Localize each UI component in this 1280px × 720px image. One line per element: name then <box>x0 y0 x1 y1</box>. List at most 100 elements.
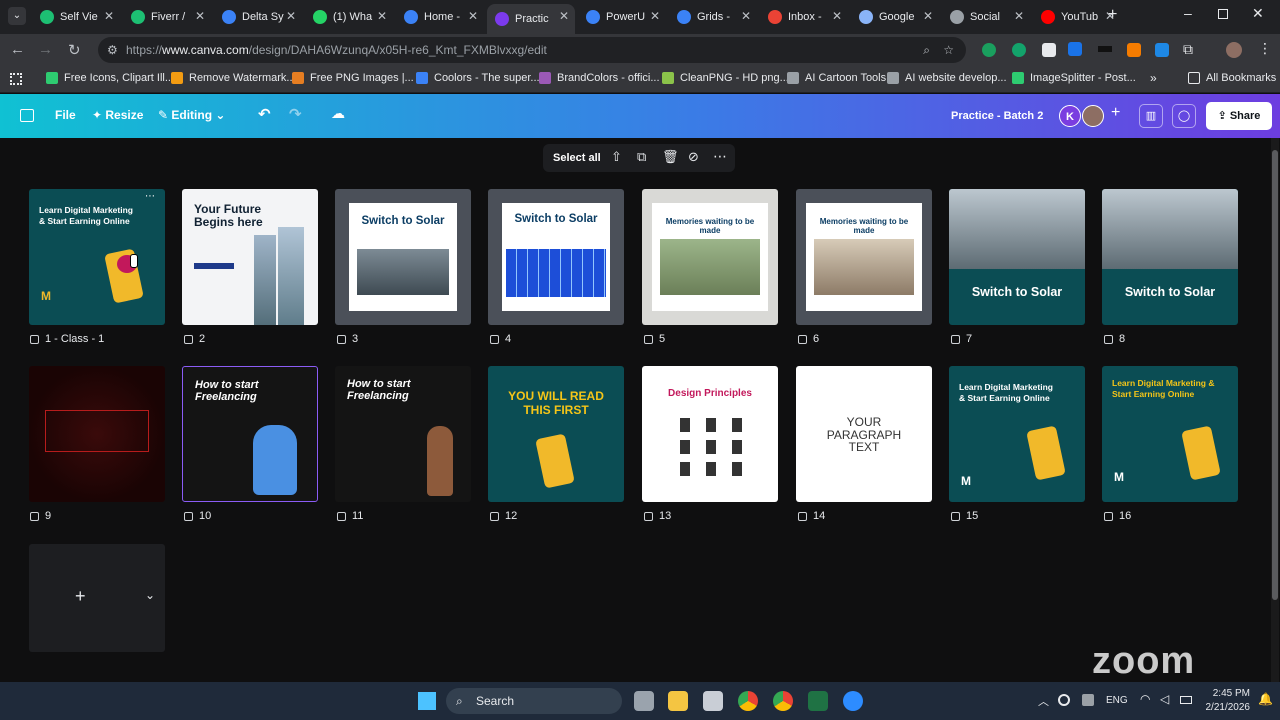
more-options-icon[interactable]: ⋯ <box>145 191 155 202</box>
redo-icon[interactable]: ↷ <box>289 105 302 123</box>
more-bookmarks-icon[interactable]: » <box>1150 71 1157 85</box>
close-tab-icon[interactable]: ✕ <box>559 9 569 23</box>
page-thumbnail-8[interactable]: Switch to Solar <box>1102 189 1238 325</box>
bookmark-item[interactable]: AI Cartoon Tools <box>787 72 886 84</box>
close-tab-icon[interactable]: ✕ <box>468 9 478 23</box>
close-tab-icon[interactable]: ✕ <box>650 9 660 23</box>
tray-app-icon[interactable] <box>1082 694 1094 706</box>
close-tab-icon[interactable]: ✕ <box>377 9 387 23</box>
maximize-icon[interactable] <box>1218 9 1228 19</box>
extension-icon[interactable] <box>1155 43 1169 57</box>
apps-grid-icon[interactable] <box>10 73 22 85</box>
bookmark-item[interactable]: AI website develop... <box>887 72 1007 84</box>
chevron-down-icon[interactable]: ⌄ <box>145 588 155 602</box>
browser-tab[interactable]: Social ✕ <box>942 4 1030 30</box>
bookmark-item[interactable]: Coolors - The super... <box>416 72 540 84</box>
bookmark-item[interactable]: Remove Watermark... <box>171 72 296 84</box>
chrome-icon[interactable] <box>738 691 758 711</box>
add-collaborator-icon[interactable]: + <box>1111 104 1120 122</box>
zoom-app-icon[interactable] <box>843 691 863 711</box>
task-view-icon[interactable] <box>634 691 654 711</box>
page-thumbnail-9[interactable] <box>29 366 165 502</box>
add-page-button[interactable]: + ⌄ <box>29 544 165 652</box>
excel-icon[interactable] <box>808 691 828 711</box>
minimize-icon[interactable]: – <box>1184 5 1192 21</box>
menu-icon[interactable]: ⋮ <box>1258 40 1272 57</box>
page-thumbnail-5[interactable]: Memories waiting to be made <box>642 189 778 325</box>
browser-tab[interactable]: PowerU ✕ <box>578 4 666 30</box>
close-window-icon[interactable]: ✕ <box>1252 5 1264 22</box>
new-tab-icon[interactable]: + <box>1108 6 1117 24</box>
browser-tab[interactable]: Grids - ✕ <box>669 4 757 30</box>
close-tab-icon[interactable]: ✕ <box>286 9 296 23</box>
close-tab-icon[interactable]: ✕ <box>741 9 751 23</box>
forward-icon[interactable]: → <box>38 41 53 58</box>
windows-start-icon[interactable] <box>418 692 436 710</box>
bookmark-item[interactable]: CleanPNG - HD png... <box>662 72 789 84</box>
team-avatar[interactable]: K <box>1059 105 1081 127</box>
close-tab-icon[interactable]: ✕ <box>923 9 933 23</box>
file-explorer-icon[interactable] <box>668 691 688 711</box>
extension-icon[interactable] <box>982 43 996 57</box>
side-panel-toggle-icon[interactable] <box>20 109 34 122</box>
browser-tab[interactable]: (1) Wha ✕ <box>305 4 393 30</box>
chrome-icon[interactable] <box>773 691 793 711</box>
browser-tab[interactable]: Practic ✕ <box>487 4 575 34</box>
bookmark-item[interactable]: Free PNG Images |... <box>292 72 414 84</box>
share-button[interactable]: ⇪ Share <box>1206 102 1272 130</box>
user-avatar[interactable] <box>1082 105 1104 127</box>
tray-app-icon[interactable] <box>1058 694 1070 706</box>
duplicate-icon[interactable]: ⧉ <box>637 149 646 165</box>
page-thumbnail-13[interactable]: Design Principles <box>642 366 778 502</box>
page-thumbnail-15[interactable]: Learn Digital Marketing & Start Earning … <box>949 366 1085 502</box>
export-icon[interactable]: ⇧ <box>611 149 622 165</box>
bookmark-item[interactable]: ImageSplitter - Post... <box>1012 72 1136 84</box>
close-tab-icon[interactable]: ✕ <box>832 9 842 23</box>
page-thumbnail-10[interactable]: How to start Freelancing <box>182 366 318 502</box>
delete-icon[interactable]: 🗑 <box>662 149 679 165</box>
extension-icon[interactable] <box>1127 43 1141 57</box>
wifi-icon[interactable]: ◠ <box>1140 692 1150 706</box>
scrollbar-thumb[interactable] <box>1272 150 1278 600</box>
notification-icon[interactable]: 🔔 <box>1258 692 1273 706</box>
store-icon[interactable] <box>703 691 723 711</box>
profile-avatar[interactable] <box>1226 42 1242 58</box>
page-thumbnail-16[interactable]: Learn Digital Marketing & Start Earning … <box>1102 366 1238 502</box>
editing-mode-button[interactable]: ✎ Editing ⌄ <box>158 108 225 122</box>
browser-tab[interactable]: Inbox - ✕ <box>760 4 848 30</box>
comment-icon[interactable]: ◯ <box>1172 104 1196 128</box>
page-thumbnail-4[interactable]: Switch to Solar <box>488 189 624 325</box>
battery-icon[interactable] <box>1180 696 1192 704</box>
taskbar-search[interactable]: ⌕ Search <box>446 688 622 714</box>
zoom-icon[interactable]: ⌕ <box>923 37 930 63</box>
page-thumbnail-1[interactable]: Learn Digital Marketing & Start Earning … <box>29 189 165 325</box>
page-thumbnail-14[interactable]: YOUR PARAGRAPH TEXT <box>796 366 932 502</box>
resize-button[interactable]: ✦ Resize <box>92 108 143 122</box>
page-thumbnail-7[interactable]: Switch to Solar <box>949 189 1085 325</box>
cloud-save-icon[interactable]: ☁ <box>331 105 345 122</box>
browser-tab[interactable]: Google ✕ <box>851 4 939 30</box>
page-thumbnail-2[interactable]: Your Future Begins here <box>182 189 318 325</box>
language-indicator[interactable]: ENG <box>1106 695 1128 706</box>
bookmark-star-icon[interactable]: ☆ <box>943 37 954 63</box>
volume-icon[interactable]: ◁ <box>1160 692 1169 706</box>
undo-icon[interactable]: ↶ <box>258 105 271 123</box>
select-all-button[interactable]: Select all <box>553 152 601 164</box>
browser-tab[interactable]: Delta Sy ✕ <box>214 4 302 30</box>
download-icon[interactable] <box>1068 42 1082 56</box>
close-tab-icon[interactable]: ✕ <box>195 9 205 23</box>
scrollbar[interactable] <box>1271 138 1279 682</box>
extension-icon[interactable] <box>1012 43 1026 57</box>
tray-chevron-icon[interactable]: ︿ <box>1038 693 1049 709</box>
more-options-icon[interactable]: ⋯ <box>713 148 727 165</box>
page-thumbnail-11[interactable]: How to start Freelancing <box>335 366 471 502</box>
bookmark-item[interactable]: BrandColors - offici... <box>539 72 660 84</box>
extension-icon[interactable] <box>1042 43 1056 57</box>
browser-tab[interactable]: Self Vie ✕ <box>32 4 120 30</box>
page-thumbnail-6[interactable]: Memories waiting to be made <box>796 189 932 325</box>
back-icon[interactable]: ← <box>10 41 25 58</box>
design-title[interactable]: Practice - Batch 2 <box>951 110 1043 122</box>
browser-tab[interactable]: Fiverr / ✕ <box>123 4 211 30</box>
extension-icon[interactable] <box>1098 46 1112 52</box>
page-thumbnail-3[interactable]: Switch to Solar <box>335 189 471 325</box>
